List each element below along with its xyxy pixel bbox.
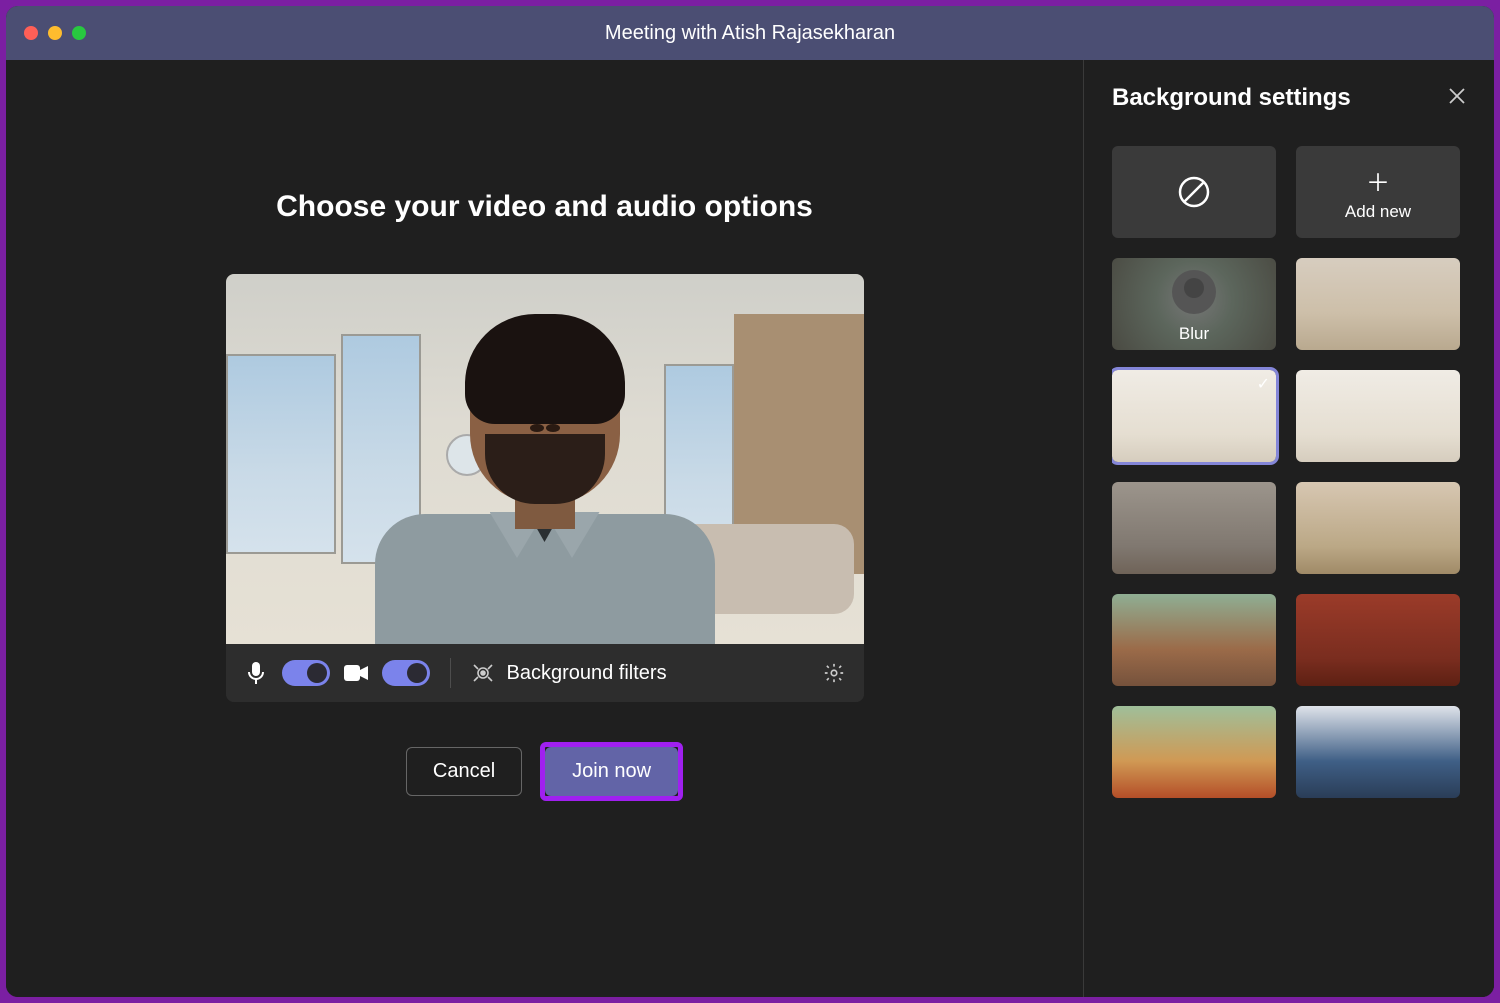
background-thumb-9[interactable] [1296,706,1460,798]
titlebar: Meeting with Atish Rajasekharan [6,6,1494,60]
background-thumb-7[interactable] [1296,594,1460,686]
camera-icon [344,661,368,685]
blur-label: Blur [1179,324,1209,344]
camera-preview [226,274,864,644]
background-thumb-6[interactable] [1112,594,1276,686]
video-preview-card: Background filters [226,274,864,702]
page-heading: Choose your video and audio options [276,190,813,224]
app-window: Meeting with Atish Rajasekharan Choose y… [6,6,1494,997]
cancel-button[interactable]: Cancel [406,747,522,796]
side-panel-header: Background settings [1112,84,1466,112]
mic-icon [244,661,268,685]
background-thumb-2[interactable]: ✓ [1112,370,1276,462]
prejoin-main: Choose your video and audio options [6,60,1084,997]
check-icon: ✓ [1257,374,1270,394]
background-add-new[interactable]: ＋ Add new [1296,146,1460,238]
background-settings-panel: Background settings ＋ Add new Blur [1084,60,1494,997]
maximize-window-button[interactable] [72,26,86,40]
background-thumb-8[interactable] [1112,706,1276,798]
camera-toggle[interactable] [382,660,430,686]
join-now-button[interactable]: Join now [545,747,678,796]
window-controls [24,26,86,40]
close-panel-button[interactable] [1448,87,1466,110]
background-grid[interactable]: ＋ Add new Blur ✓ [1112,146,1466,798]
background-thumb-1[interactable] [1296,258,1460,350]
none-icon [1177,175,1211,209]
bg-room-window [226,354,336,554]
join-highlight: Join now [540,742,683,801]
filters-icon [471,661,495,685]
avatar-icon [1172,270,1216,314]
background-blur[interactable]: Blur [1112,258,1276,350]
av-controls-bar: Background filters [226,644,864,702]
window-title: Meeting with Atish Rajasekharan [605,22,895,45]
background-none[interactable] [1112,146,1276,238]
background-thumb-4[interactable] [1112,482,1276,574]
body-area: Choose your video and audio options [6,60,1494,997]
mic-toggle[interactable] [282,660,330,686]
action-buttons: Cancel Join now [406,742,683,801]
minimize-window-button[interactable] [48,26,62,40]
add-new-label: Add new [1345,202,1411,222]
close-window-button[interactable] [24,26,38,40]
background-thumb-3[interactable] [1296,370,1460,462]
divider [450,658,451,688]
background-filters-button[interactable]: Background filters [471,661,808,685]
side-panel-title: Background settings [1112,84,1351,112]
settings-button[interactable] [822,661,846,685]
plus-icon: ＋ [1366,163,1390,198]
background-thumb-5[interactable] [1296,482,1460,574]
filters-label-text: Background filters [507,662,667,685]
person-silhouette [375,294,715,644]
